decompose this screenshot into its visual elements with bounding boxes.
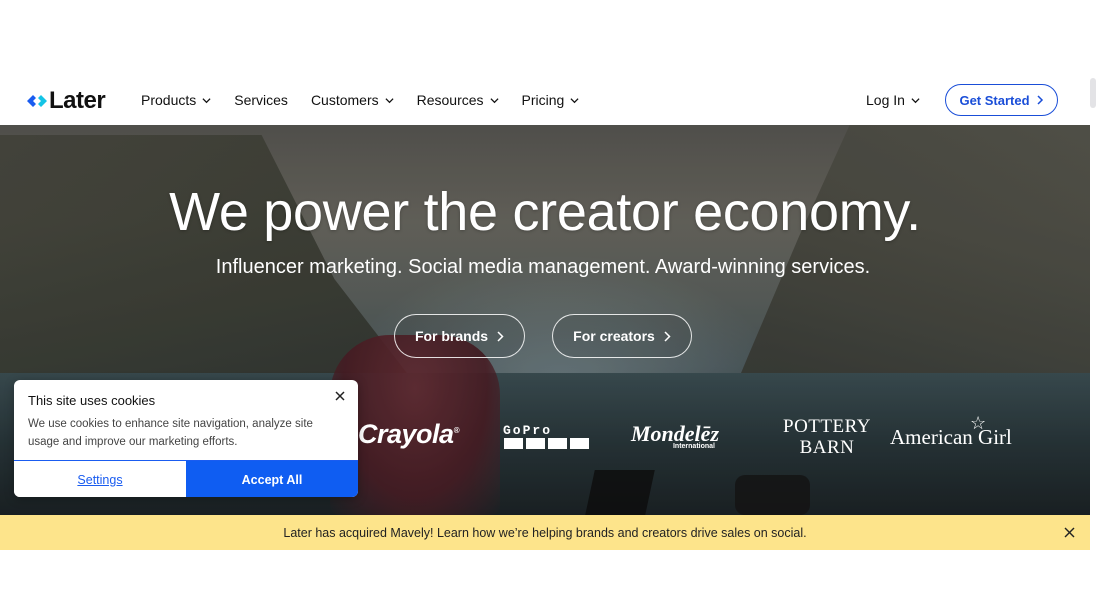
top-navigation: Later Products Services Customers Resour… <box>0 75 1090 126</box>
cookie-settings-button[interactable]: Settings <box>14 461 186 497</box>
cookie-description: We use cookies to enhance site navigatio… <box>28 418 313 448</box>
crayola-logo: Crayola® <box>358 419 460 449</box>
svg-text:GoPro: GoPro <box>503 423 552 438</box>
pottery-barn-line2: BARN <box>799 437 855 458</box>
cookie-actions: Settings Accept All <box>14 460 358 497</box>
nav-item-resources[interactable]: Resources <box>417 92 499 108</box>
get-started-button[interactable]: Get Started <box>945 84 1058 116</box>
login-link[interactable]: Log In <box>866 92 920 108</box>
gopro-logo: GoPro <box>503 423 591 456</box>
pottery-barn-line1: POTTERY <box>783 416 871 437</box>
for-brands-label: For brands <box>414 328 489 344</box>
close-icon[interactable] <box>1063 526 1076 539</box>
get-started-label: Get Started <box>959 92 1030 108</box>
chevron-down-icon <box>385 97 394 103</box>
later-logo-icon <box>27 95 47 107</box>
accept-all-cookies-button[interactable]: Accept All <box>186 461 358 497</box>
later-logo[interactable]: Later <box>27 87 106 115</box>
chevron-down-icon <box>911 97 920 103</box>
login-label: Log In <box>866 92 905 108</box>
star-icon: ☆ <box>970 413 987 433</box>
chevron-right-icon <box>1037 95 1043 105</box>
american-girl-logo: American Girl ☆ <box>890 413 1012 450</box>
chevron-right-icon <box>664 330 671 342</box>
chevron-down-icon <box>202 97 211 103</box>
hero-headline: We power the creator economy. <box>169 182 921 242</box>
chevron-down-icon <box>490 97 499 103</box>
main-menu: Products Services Customers Resources Pr… <box>141 92 602 108</box>
for-creators-button[interactable]: For creators <box>552 314 692 358</box>
logo-wordmark: Later <box>49 87 106 114</box>
nav-item-label: Services <box>234 92 288 108</box>
scrollbar-thumb[interactable] <box>1090 78 1096 108</box>
american-girl-wordmark: American Girl <box>890 425 1012 449</box>
chevron-right-icon <box>497 330 504 342</box>
mondelez-subtitle: International <box>672 443 715 450</box>
nav-item-customers[interactable]: Customers <box>311 92 394 108</box>
for-brands-button[interactable]: For brands <box>394 314 525 358</box>
close-icon[interactable] <box>332 388 348 404</box>
nav-item-label: Resources <box>416 92 484 108</box>
announcement-bar: Later has acquired Mavely! Learn how we’… <box>0 515 1090 550</box>
nav-item-pricing[interactable]: Pricing <box>522 92 580 108</box>
pottery-barn-logo: POTTERY BARN <box>783 416 871 458</box>
nav-item-products[interactable]: Products <box>141 92 211 108</box>
hero-subheadline: Influencer marketing. Social media manag… <box>215 256 871 278</box>
chevron-down-icon <box>570 97 579 103</box>
announcement-link[interactable]: Later has acquired Mavely! Learn how we’… <box>283 526 806 540</box>
crayola-wordmark: Crayola <box>358 419 454 449</box>
cookie-title: This site uses cookies <box>28 393 156 408</box>
for-creators-label: For creators <box>573 328 655 344</box>
mondelez-logo: Mondelēz International <box>631 421 719 450</box>
nav-item-label: Products <box>141 92 197 108</box>
cookie-banner: This site uses cookies We use cookies to… <box>14 380 358 497</box>
nav-item-label: Pricing <box>521 92 565 108</box>
gopro-logo-mark: GoPro <box>503 423 589 449</box>
nav-item-label: Customers <box>310 92 379 108</box>
nav-item-services[interactable]: Services <box>234 92 288 108</box>
